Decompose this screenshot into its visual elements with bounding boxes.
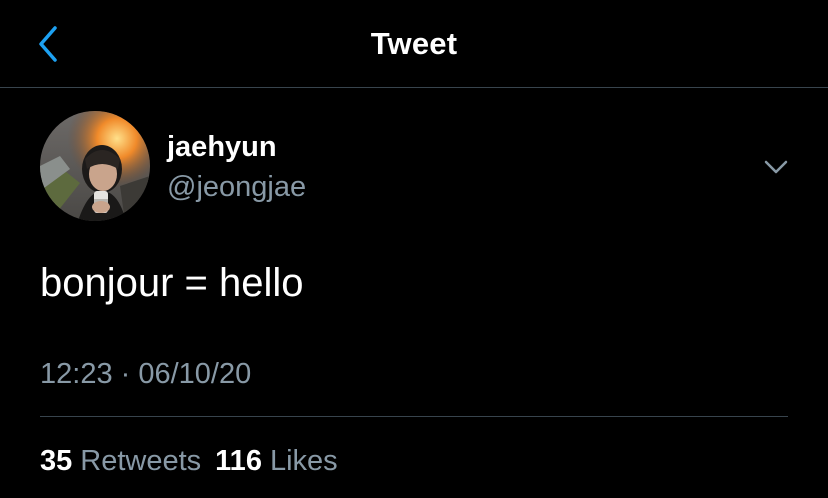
retweets-label: Retweets bbox=[80, 445, 202, 477]
tweet-timestamp: 12:23 · 06/10/20 bbox=[40, 358, 252, 390]
author-handle[interactable]: @jeongjae bbox=[167, 170, 306, 204]
retweets-count: 35 bbox=[40, 445, 73, 477]
tweet-stats: 35 Retweets 116 Likes bbox=[40, 443, 338, 479]
retweets-stat[interactable]: 35 Retweets bbox=[40, 445, 201, 477]
likes-stat[interactable]: 116 Likes bbox=[215, 445, 338, 477]
avatar[interactable] bbox=[40, 111, 150, 221]
chevron-down-icon bbox=[764, 160, 788, 174]
divider bbox=[40, 416, 788, 417]
author-display-name[interactable]: jaehyun bbox=[167, 130, 277, 164]
page-title: Tweet bbox=[370, 26, 458, 61]
likes-count: 116 bbox=[215, 445, 262, 477]
tweet-text: bonjour = hello bbox=[40, 261, 304, 305]
nav-bar: Tweet bbox=[0, 0, 828, 88]
tweet-menu-button[interactable] bbox=[758, 152, 794, 182]
likes-label: Likes bbox=[269, 445, 338, 477]
avatar-photo bbox=[40, 111, 150, 221]
